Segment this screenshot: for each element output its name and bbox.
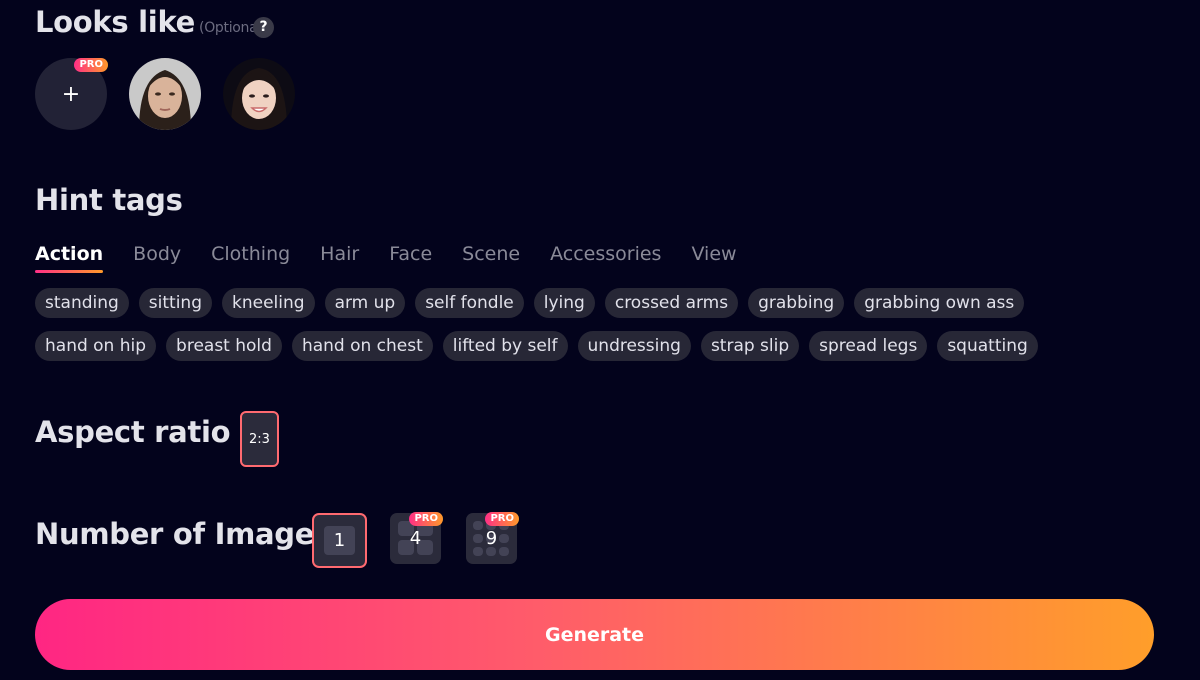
tag-chip[interactable]: lifted by self [442,331,568,361]
tab-hair[interactable]: Hair [320,243,359,273]
tag-chip[interactable]: squatting [937,331,1038,361]
tag-chip[interactable]: spread legs [809,331,928,361]
number-of-image-title: Number of Image [35,517,315,551]
avatar-row: + PRO [35,58,295,130]
tag-chip[interactable]: hand on chest [291,331,433,361]
aspect-ratio-title: Aspect ratio [35,415,231,449]
tag-chip[interactable]: crossed arms [604,288,739,318]
tag-chip[interactable]: arm up [324,288,406,318]
image-count-1-option[interactable]: 1 [312,513,367,568]
tag-chip[interactable]: sitting [138,288,212,318]
pro-badge: PRO [409,512,443,526]
pro-badge: PRO [74,58,108,72]
face-avatar-1[interactable] [129,58,201,130]
tab-action[interactable]: Action [35,243,104,273]
tag-chip[interactable]: lying [533,288,595,318]
pro-badge: PRO [485,512,519,526]
tag-chip[interactable]: breast hold [166,331,282,361]
image-count-9-option[interactable]: 9 PRO [466,512,519,564]
tag-list: standing sitting kneeling arm up self fo… [35,288,1135,361]
hint-tabs: Action Body Clothing Hair Face Scene Acc… [35,243,737,273]
hint-tags-title: Hint tags [35,183,183,217]
tag-chip[interactable]: kneeling [222,288,315,318]
face-avatar-2[interactable] [223,58,295,130]
tag-chip[interactable]: grabbing [748,288,845,318]
tab-face[interactable]: Face [389,243,432,273]
tab-clothing[interactable]: Clothing [211,243,290,273]
tab-scene[interactable]: Scene [462,243,520,273]
looks-like-title: Looks like (Optional) [35,5,266,39]
aspect-ratio-option[interactable]: 2:3 [240,411,279,467]
face-image-2 [223,58,295,130]
add-face-button[interactable]: + PRO [35,58,108,130]
tag-chip[interactable]: standing [35,288,129,318]
plus-icon: + [61,81,81,107]
looks-like-label: Looks like [35,5,196,39]
tab-view[interactable]: View [691,243,736,273]
tag-chip[interactable]: hand on hip [35,331,157,361]
image-count-label: 1 [333,530,346,551]
tag-chip[interactable]: grabbing own ass [854,288,1025,318]
tag-chip[interactable]: self fondle [415,288,524,318]
help-icon[interactable]: ? [253,17,274,38]
image-count-4-option[interactable]: 4 PRO [390,512,443,564]
tab-accessories[interactable]: Accessories [550,243,661,273]
tab-body[interactable]: Body [133,243,181,273]
face-image-1 [129,58,201,130]
generate-button[interactable]: Generate [35,599,1154,670]
tag-chip[interactable]: undressing [577,331,691,361]
tag-chip[interactable]: strap slip [700,331,800,361]
